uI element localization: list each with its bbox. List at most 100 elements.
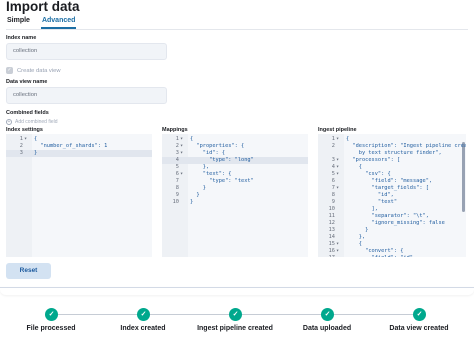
line-number: 3	[175, 150, 179, 156]
tab-bar: Simple Advanced	[6, 16, 77, 29]
code-text: ],	[346, 206, 378, 212]
step-ingest-pipeline-label: Ingest pipeline created	[197, 325, 273, 332]
code-line: 1 ▾ {	[162, 136, 308, 143]
code-text: {	[346, 241, 362, 247]
tabs-divider	[6, 29, 468, 30]
index-settings-label: Index settings	[6, 127, 43, 133]
code-text: "number_of_shards": 1	[34, 143, 108, 149]
step-data-view-created-label: Data view created	[389, 325, 449, 332]
code-line: 7 ▾ "target_fields": [	[318, 185, 466, 192]
line-number: 9	[175, 192, 179, 198]
fold-toggle-icon[interactable]: ▾	[24, 136, 27, 143]
line-number: 10	[172, 199, 179, 205]
add-combined-field-button[interactable]: + Add combined field	[6, 119, 58, 125]
line-number: 13	[328, 227, 335, 233]
code-line: 8 }	[162, 185, 308, 192]
code-line: 10 ],	[318, 206, 466, 213]
ingest-pipeline-label: Ingest pipeline	[318, 127, 357, 133]
fold-toggle-icon[interactable]: ▾	[180, 171, 183, 178]
code-line: 16 ▾ "convert": {	[318, 248, 466, 255]
code-line: 1 ▾ {	[318, 136, 466, 143]
tab-advanced[interactable]: Advanced	[40, 16, 77, 29]
code-line: 3}	[6, 150, 152, 157]
line-number: 3	[331, 157, 335, 163]
tab-simple[interactable]: Simple	[6, 16, 31, 29]
code-line: 11 "separator": "\t",	[318, 213, 466, 220]
line-number: 15	[328, 241, 335, 247]
code-text: "type": "text"	[190, 178, 254, 184]
line-number: 1	[331, 136, 335, 142]
mappings-editor[interactable]: 1 ▾{2 ▾ "properties": {3 ▾ "id": {4 "type":…	[162, 134, 308, 257]
code-text: }	[190, 192, 200, 198]
fold-toggle-icon[interactable]: ▾	[336, 164, 339, 171]
line-number: 8	[331, 192, 335, 198]
fold-toggle-icon[interactable]: ▾	[336, 171, 339, 178]
line-number: 9	[331, 199, 335, 205]
step-file-processed-check-icon: ✓	[45, 308, 58, 321]
line-number: 5	[331, 171, 335, 177]
code-text: "text": {	[190, 171, 232, 177]
step-data-uploaded-label: Data uploaded	[302, 325, 352, 332]
code-text: "target_fields": [	[346, 185, 429, 191]
fold-toggle-icon[interactable]: ▾	[336, 157, 339, 164]
step-index-created-check-icon: ✓	[137, 308, 150, 321]
line-number: 4	[175, 157, 179, 163]
code-text: "csv": {	[346, 171, 391, 177]
code-line: 13 }	[318, 227, 466, 234]
code-text: {	[346, 164, 362, 170]
code-text: {	[346, 136, 350, 142]
code-line: 6 "field": "message",	[318, 178, 466, 185]
fold-toggle-icon[interactable]: ▾	[180, 143, 183, 150]
plus-circle-icon: +	[6, 119, 12, 125]
code-line: 9 }	[162, 192, 308, 199]
data-view-name-input[interactable]: collection	[6, 87, 167, 104]
step-index-created-label: Index created	[120, 325, 166, 332]
code-text: "text"	[346, 199, 398, 205]
ingest-pipeline-editor[interactable]: 1 ▾{2 "description": "Ingest pipeline cre…	[318, 134, 466, 257]
line-number: 16	[328, 248, 335, 254]
code-text: "properties": {	[190, 143, 245, 149]
line-number: 11	[328, 213, 335, 219]
index-name-input[interactable]: collection	[6, 43, 167, 60]
fold-toggle-icon[interactable]: ▾	[180, 136, 183, 143]
index-settings-editor[interactable]: 1 ▾{2 "number_of_shards": 1 3}	[6, 134, 152, 257]
code-text: "type": "long"	[190, 157, 254, 163]
code-line: 2 "number_of_shards": 1	[6, 143, 152, 150]
line-number: 2	[175, 143, 179, 149]
create-data-view-checkbox[interactable]: ✓	[6, 67, 13, 74]
code-text: "ignore_missing": false	[346, 220, 445, 226]
line-number: 6	[175, 171, 179, 177]
line-number: 12	[328, 220, 335, 226]
code-text: "id": {	[190, 150, 226, 156]
code-line: 8 "id",	[318, 192, 466, 199]
code-text: }	[190, 199, 194, 205]
code-text: }	[34, 150, 38, 156]
fold-toggle-icon[interactable]: ▾	[336, 136, 339, 143]
code-text: "description": "Ingest pipeline created	[346, 143, 466, 149]
reset-button[interactable]: Reset	[6, 263, 51, 279]
code-text: "convert": {	[346, 248, 404, 254]
line-number: 5	[175, 164, 179, 170]
code-text: },	[346, 234, 366, 240]
code-line: 2 ▾ "properties": {	[162, 143, 308, 150]
code-line: 10}	[162, 199, 308, 206]
line-number: 6	[331, 178, 335, 184]
line-number: 14	[328, 234, 335, 240]
code-line: 9 "text"	[318, 199, 466, 206]
code-line: 14 },	[318, 234, 466, 241]
code-line: 4 ▾ {	[318, 164, 466, 171]
code-line: 3 ▾ "id": {	[162, 150, 308, 157]
code-line: 1 ▾ {	[6, 136, 152, 143]
code-text: },	[190, 164, 210, 170]
page-title: Import data	[6, 0, 80, 14]
fold-toggle-icon[interactable]: ▾	[336, 241, 339, 248]
fold-toggle-icon[interactable]: ▾	[180, 150, 183, 157]
code-line: 6 ▾ "text": {	[162, 171, 308, 178]
code-line: 4 "type": "long"	[162, 157, 308, 164]
line-number: 8	[175, 185, 179, 191]
line-number: 17	[318, 255, 335, 257]
fold-toggle-icon[interactable]: ▾	[336, 185, 339, 192]
code-line: 7 "type": "text"	[162, 178, 308, 185]
fold-toggle-icon[interactable]: ▾	[336, 248, 339, 255]
index-name-label: Index name	[6, 35, 37, 41]
